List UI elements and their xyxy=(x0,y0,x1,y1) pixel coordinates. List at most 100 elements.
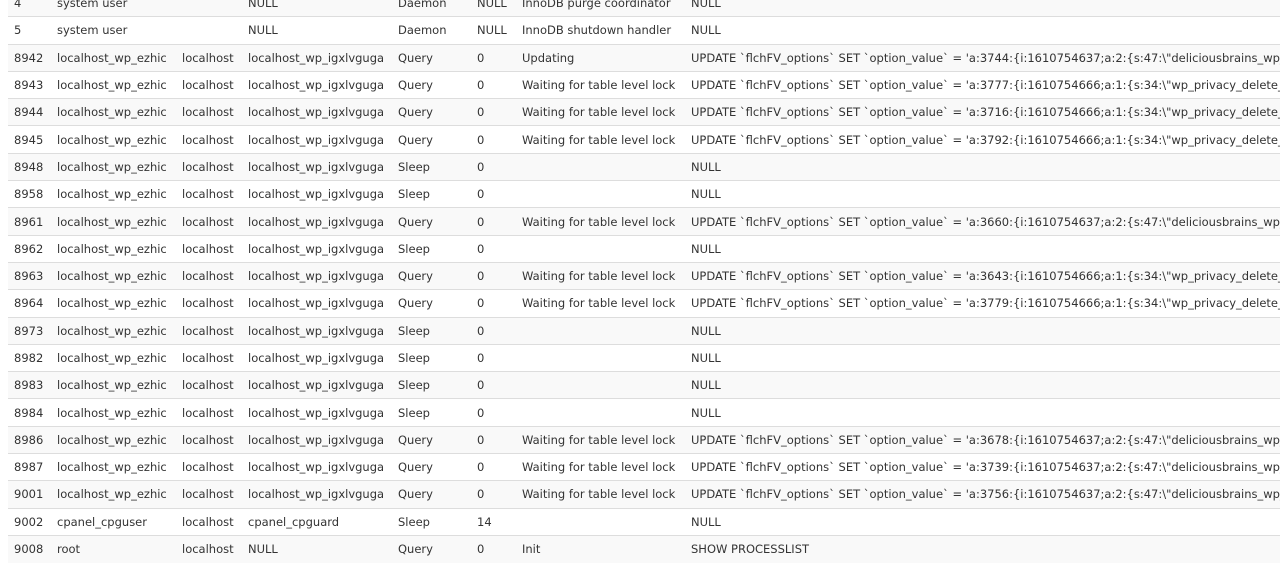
info-cell: NULL xyxy=(685,234,1280,263)
host-cell xyxy=(176,0,242,17)
table-row: 8973 localhost_wp_ezhic localhost localhost… xyxy=(8,316,1280,345)
table-row: 8942 localhost_wp_ezhic localhost localhost… xyxy=(8,43,1280,72)
time-cell: 0 xyxy=(471,480,516,509)
state-cell: Updating xyxy=(516,43,685,72)
database-cell: NULL xyxy=(242,16,392,45)
table-row: 8944 localhost_wp_ezhic localhost localhost… xyxy=(8,98,1280,126)
process-id-cell: 8964 xyxy=(8,289,51,318)
table-row: 4 system user NULL Daemon NULL InnoDB purge c… xyxy=(8,0,1280,17)
host-cell: localhost xyxy=(176,234,242,263)
time-cell: 0 xyxy=(471,98,516,126)
table-row: 8986 localhost_wp_ezhic localhost localhost… xyxy=(8,425,1280,454)
info-cell: NULL xyxy=(685,371,1280,399)
processlist-rows: 4 system user NULL Daemon NULL InnoDB purge c… xyxy=(8,0,1280,563)
user-cell: localhost_wp_ezhic xyxy=(51,343,176,372)
info-cell: NULL xyxy=(685,316,1280,345)
time-cell: 0 xyxy=(471,453,516,481)
host-cell: localhost xyxy=(176,207,242,236)
host-cell: localhost xyxy=(176,98,242,126)
database-cell: cpanel_cpguard xyxy=(242,507,392,536)
state-cell: Init xyxy=(516,534,685,563)
table-row: 8948 localhost_wp_ezhic localhost localhost… xyxy=(8,152,1280,181)
state-cell: InnoDB shutdown handler xyxy=(516,16,685,45)
command-cell: Daemon xyxy=(392,0,471,17)
database-cell: localhost_wp_igxlvguga xyxy=(242,180,392,208)
user-cell: localhost_wp_ezhic xyxy=(51,180,176,208)
table-row: 9002 cpanel_cpguser localhost cpanel_cpguar… xyxy=(8,507,1280,536)
process-id-cell: 8948 xyxy=(8,152,51,181)
info-cell: UPDATE `flchFV_options` SET `option_valu… xyxy=(685,125,1280,154)
command-cell: Query xyxy=(392,425,471,454)
info-cell: UPDATE `flchFV_options` SET `option_valu… xyxy=(685,453,1280,481)
info-cell: NULL xyxy=(685,152,1280,181)
host-cell: localhost xyxy=(176,480,242,509)
info-cell: NULL xyxy=(685,180,1280,208)
database-cell: localhost_wp_igxlvguga xyxy=(242,425,392,454)
process-id-cell: 8961 xyxy=(8,207,51,236)
state-cell: Waiting for table level lock xyxy=(516,453,685,481)
host-cell: localhost xyxy=(176,371,242,399)
host-cell: localhost xyxy=(176,398,242,427)
command-cell: Query xyxy=(392,261,471,290)
host-cell xyxy=(176,16,242,45)
time-cell: NULL xyxy=(471,0,516,17)
user-cell: localhost_wp_ezhic xyxy=(51,234,176,263)
user-cell: localhost_wp_ezhic xyxy=(51,207,176,236)
command-cell: Sleep xyxy=(392,398,471,427)
table-row: 8983 localhost_wp_ezhic localhost localhost… xyxy=(8,371,1280,399)
database-cell: localhost_wp_igxlvguga xyxy=(242,289,392,318)
process-id-cell: 8987 xyxy=(8,453,51,481)
time-cell: 0 xyxy=(471,234,516,263)
info-cell: NULL xyxy=(685,507,1280,536)
info-cell: SHOW PROCESSLIST xyxy=(685,534,1280,563)
time-cell: 14 xyxy=(471,507,516,536)
time-cell: 0 xyxy=(471,70,516,99)
database-cell: localhost_wp_igxlvguga xyxy=(242,234,392,263)
user-cell: cpanel_cpguser xyxy=(51,507,176,536)
time-cell: 0 xyxy=(471,316,516,345)
process-id-cell: 8943 xyxy=(8,70,51,99)
state-cell: Waiting for table level lock xyxy=(516,289,685,318)
host-cell: localhost xyxy=(176,453,242,481)
time-cell: 0 xyxy=(471,180,516,208)
user-cell: root xyxy=(51,534,176,563)
command-cell: Sleep xyxy=(392,152,471,181)
database-cell: localhost_wp_igxlvguga xyxy=(242,261,392,290)
table-row: 9001 localhost_wp_ezhic localhost localhost… xyxy=(8,480,1280,509)
command-cell: Query xyxy=(392,534,471,563)
user-cell: system user xyxy=(51,0,176,17)
table-row: 9008 root localhost NULL Query 0 Init SHOW PROC… xyxy=(8,534,1280,563)
user-cell: localhost_wp_ezhic xyxy=(51,125,176,154)
command-cell: Query xyxy=(392,207,471,236)
info-cell: NULL xyxy=(685,16,1280,45)
host-cell: localhost xyxy=(176,534,242,563)
process-id-cell: 8962 xyxy=(8,234,51,263)
database-cell: NULL xyxy=(242,0,392,17)
time-cell: 0 xyxy=(471,289,516,318)
process-id-cell: 4 xyxy=(8,0,51,17)
time-cell: 0 xyxy=(471,43,516,72)
database-cell: localhost_wp_igxlvguga xyxy=(242,343,392,372)
state-cell: Waiting for table level lock xyxy=(516,125,685,154)
state-cell xyxy=(516,398,685,427)
table-row: 8963 localhost_wp_ezhic localhost localhost… xyxy=(8,261,1280,290)
table-row: 5 system user NULL Daemon NULL InnoDB shutdow… xyxy=(8,16,1280,45)
host-cell: localhost xyxy=(176,125,242,154)
command-cell: Query xyxy=(392,453,471,481)
command-cell: Query xyxy=(392,289,471,318)
command-cell: Query xyxy=(392,480,471,509)
command-cell: Sleep xyxy=(392,234,471,263)
command-cell: Sleep xyxy=(392,343,471,372)
database-cell: NULL xyxy=(242,534,392,563)
table-row: 8943 localhost_wp_ezhic localhost localhost… xyxy=(8,70,1280,99)
table-row: 8987 localhost_wp_ezhic localhost localhost… xyxy=(8,453,1280,481)
user-cell: localhost_wp_ezhic xyxy=(51,261,176,290)
processlist-table: 4 system user NULL Daemon NULL InnoDB purge c… xyxy=(8,0,1280,563)
processlist-view: 4 system user NULL Daemon NULL InnoDB purge c… xyxy=(0,0,1280,565)
state-cell xyxy=(516,180,685,208)
command-cell: Query xyxy=(392,98,471,126)
process-id-cell: 8942 xyxy=(8,43,51,72)
state-cell xyxy=(516,152,685,181)
info-cell: UPDATE `flchFV_options` SET `option_valu… xyxy=(685,43,1280,72)
host-cell: localhost xyxy=(176,70,242,99)
